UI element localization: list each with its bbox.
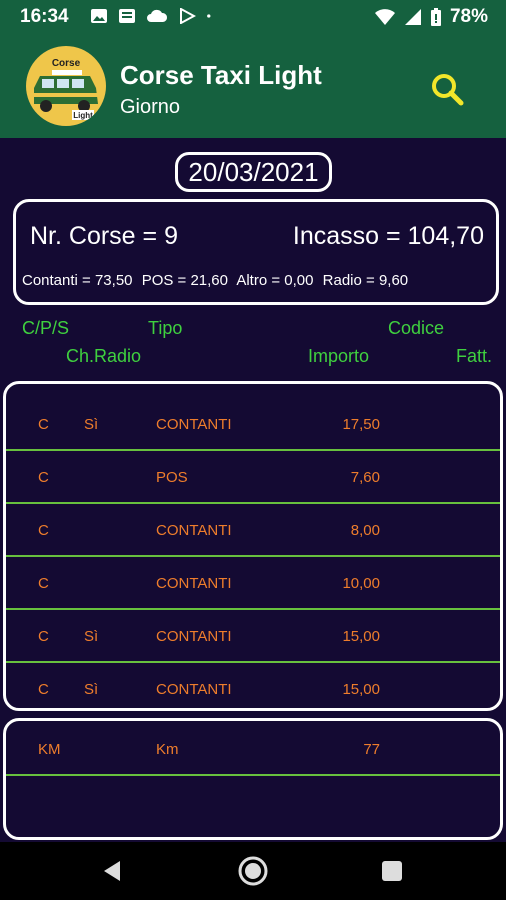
- row-cps: C: [38, 416, 49, 433]
- row-radio: Sì: [84, 416, 99, 433]
- logo-text-bottom: Light: [73, 111, 93, 120]
- row-radio: Sì: [84, 628, 99, 645]
- search-button[interactable]: [428, 70, 468, 110]
- search-icon: [432, 74, 464, 106]
- other-total: Altro = 0,00: [236, 272, 314, 289]
- table-row[interactable]: C Sì CONTANTI 15,00: [6, 663, 500, 708]
- km-type: Km: [156, 741, 179, 758]
- app-title: Corse Taxi Light: [120, 60, 322, 90]
- status-bar: 16:34 78%: [0, 0, 506, 34]
- dot-icon: [207, 14, 211, 18]
- app-bar: Corse Light Corse Taxi Light Giorno: [0, 34, 506, 138]
- taxi-logo-icon: Corse Light: [26, 46, 106, 126]
- table-row[interactable]: C CONTANTI 10,00: [6, 557, 500, 610]
- row-tipo: CONTANTI: [156, 628, 232, 645]
- header-cps: C/P/S: [22, 318, 70, 338]
- table-row[interactable]: C Sì CONTANTI 17,50: [6, 398, 500, 451]
- table-row[interactable]: C Sì CONTANTI 15,00: [6, 610, 500, 663]
- message-icon: [119, 9, 135, 23]
- cash-total: Contanti = 73,50: [22, 272, 133, 289]
- pos-total: POS = 21,60: [141, 272, 228, 289]
- row-tipo: POS: [156, 469, 188, 486]
- battery-percent: 78%: [449, 6, 488, 27]
- table-row[interactable]: C CONTANTI 8,00: [6, 504, 500, 557]
- status-time: 16:34: [20, 6, 69, 27]
- app-subtitle: Giorno: [120, 96, 181, 118]
- logo-text-top: Corse: [52, 58, 81, 69]
- table-row[interactable]: C POS 7,60: [6, 451, 500, 504]
- row-importo: 17,50: [342, 416, 380, 433]
- row-cps: C: [38, 469, 49, 486]
- header-fatt: Fatt.: [456, 346, 493, 366]
- row-cps: C: [38, 628, 49, 645]
- rides-table: C Sì CONTANTI 17,50 C POS 7,60 C CONTANT…: [3, 381, 503, 711]
- date-selector[interactable]: 20/03/2021: [175, 152, 332, 192]
- battery-icon: [430, 8, 441, 26]
- header-tipo: Tipo: [148, 318, 183, 338]
- header-importo: Importo: [308, 346, 370, 366]
- km-label: KM: [38, 741, 61, 758]
- row-importo: 10,00: [342, 575, 380, 592]
- km-value: 77: [363, 741, 380, 758]
- row-tipo: CONTANTI: [156, 575, 232, 592]
- home-icon[interactable]: [237, 855, 269, 887]
- row-cps: C: [38, 522, 49, 539]
- recents-icon[interactable]: [381, 860, 403, 882]
- signal-icon: [404, 9, 421, 25]
- summary-box: Nr. Corse = 9 Incasso = 104,70 Contanti …: [13, 199, 499, 305]
- km-table: KM Km 77: [3, 718, 503, 840]
- wifi-icon: [374, 9, 395, 25]
- play-icon: [180, 8, 196, 24]
- row-cps: C: [38, 681, 49, 698]
- total-income: Incasso = 104,70: [292, 222, 484, 250]
- back-icon[interactable]: [100, 859, 124, 883]
- row-importo: 15,00: [342, 681, 380, 698]
- payment-breakdown: Contanti = 73,50 POS = 21,60 Altro = 0,0…: [22, 272, 413, 289]
- row-tipo: CONTANTI: [156, 681, 232, 698]
- header-codice: Codice: [388, 318, 445, 338]
- row-tipo: CONTANTI: [156, 522, 232, 539]
- km-row[interactable]: KM Km 77: [6, 723, 500, 776]
- cloud-icon: [147, 9, 168, 22]
- navigation-bar: [0, 842, 506, 900]
- image-icon: [91, 9, 107, 23]
- row-importo: 8,00: [350, 522, 380, 539]
- row-cps: C: [38, 575, 49, 592]
- row-tipo: CONTANTI: [156, 416, 232, 433]
- row-importo: 15,00: [342, 628, 380, 645]
- row-radio: Sì: [84, 681, 99, 698]
- radio-total: Radio = 9,60: [322, 272, 409, 289]
- ride-count: Nr. Corse = 9: [30, 222, 178, 250]
- row-importo: 7,60: [350, 469, 380, 486]
- header-ch-radio: Ch.Radio: [66, 346, 142, 366]
